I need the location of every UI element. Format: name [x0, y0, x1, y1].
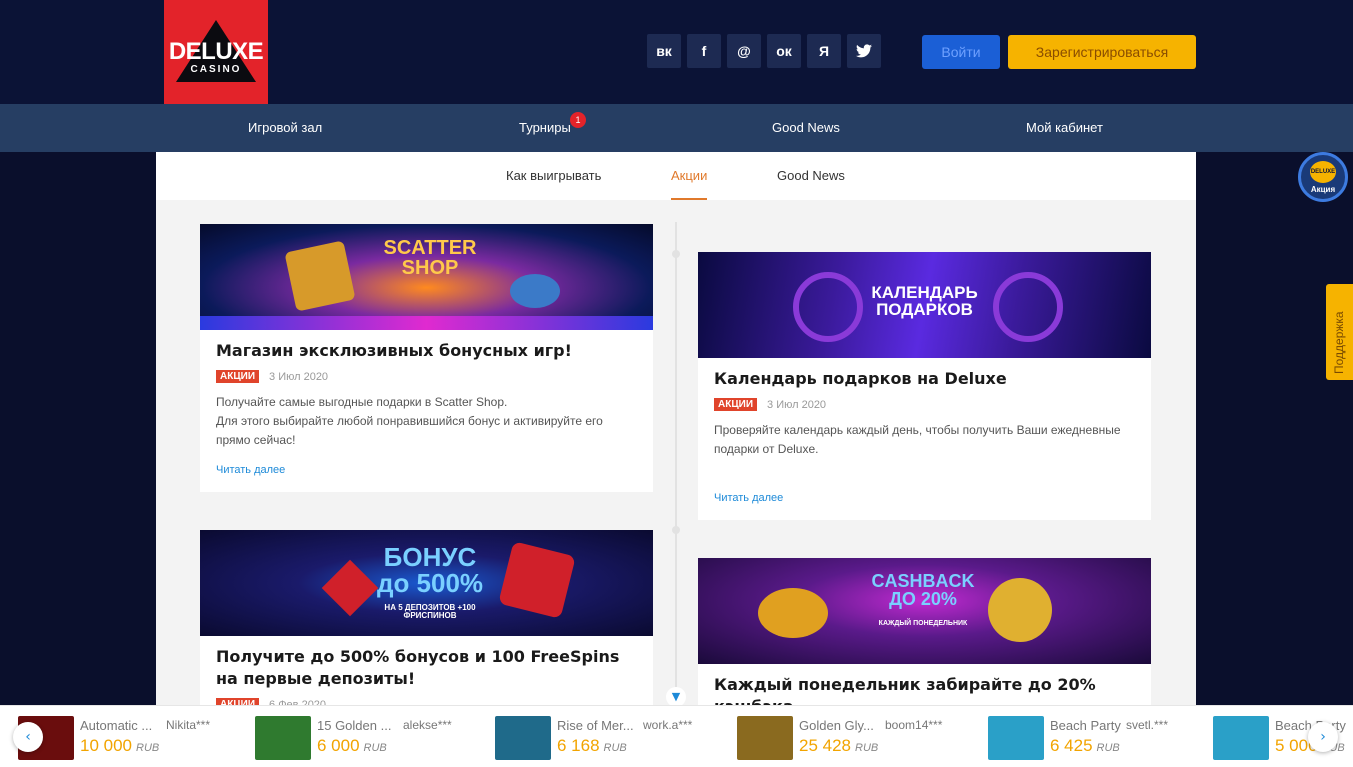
tab-promotions[interactable]: Акции	[671, 152, 708, 200]
game-thumbnail	[737, 716, 793, 760]
ticker-game-name: Rise of Mer...	[557, 718, 634, 733]
banner-subtext: КАЖДЫЙ ПОНЕДЕЛЬНИК	[878, 620, 968, 627]
timeline-line	[675, 222, 677, 722]
promo-banner-image: КАЛЕНДАРЬ ПОДАРКОВ	[698, 252, 1151, 358]
nav-item-game-hall[interactable]: Игровой зал	[248, 104, 322, 152]
content-panel: Как выигрывать Акции Good News ▼ SCATTER…	[156, 152, 1196, 767]
ticker-item[interactable]: 15 Golden ... alekse*** 6 000 RUB	[255, 716, 465, 760]
ticker-game-name: Automatic ...	[80, 718, 153, 733]
promo-float-label: Акция	[1310, 185, 1336, 194]
promo-title[interactable]: Магазин эксклюзивных бонусных игр!	[216, 340, 637, 362]
ticker-user: Nikita***	[166, 718, 211, 732]
winners-ticker: Automatic ... Nikita*** 10 000 RUB 15 Gol…	[0, 705, 1353, 767]
promo-float-button[interactable]: DELUXE Акция	[1298, 152, 1348, 202]
promo-banner-image: БОНУС до 500% НА 5 ДЕПОЗИТОВ +100 ФРИСПИ…	[200, 530, 653, 636]
tournaments-badge: 1	[570, 112, 586, 128]
mail-icon[interactable]: @	[727, 34, 761, 68]
game-thumbnail	[495, 716, 551, 760]
support-tab[interactable]: Поддержка	[1326, 284, 1353, 380]
banner-subtext: НА 5 ДЕПОЗИТОВ +100 ФРИСПИНОВ	[384, 603, 476, 620]
nav-item-good-news[interactable]: Good News	[772, 104, 840, 152]
banner-text: БОНУС до 500%	[376, 542, 484, 598]
game-thumbnail	[988, 716, 1044, 760]
ticker-item[interactable]: Golden Gly... boom14*** 25 428 RUB	[737, 716, 957, 760]
promo-float-logo: DELUXE	[1310, 161, 1336, 183]
promo-meta: АКЦИИ 3 Июл 2020	[216, 370, 637, 383]
ticker-item[interactable]: Beach Party svetl.*** 6 425 RUB	[988, 716, 1198, 760]
game-thumbnail	[255, 716, 311, 760]
tab-how-to-win[interactable]: Как выигрывать	[506, 152, 601, 200]
timeline-dot	[672, 526, 680, 534]
social-links: вк f @ ок Я	[647, 34, 881, 68]
ticker-user: svetl.***	[1126, 718, 1169, 732]
read-more-link[interactable]: Читать далее	[714, 492, 1135, 504]
logo-sub-text: CASINO	[190, 64, 242, 75]
register-button[interactable]: Зарегистрироваться	[1008, 35, 1196, 69]
promo-tag[interactable]: АКЦИИ	[714, 398, 758, 411]
ticker-amount: 6 000 RUB	[317, 736, 387, 755]
support-label: Поддержка	[1332, 311, 1346, 374]
promo-date: 3 Июл 2020	[269, 370, 329, 383]
top-header: DELUXE CASINO вк f @ ок Я Войти Зарегист…	[0, 0, 1353, 104]
vk-icon[interactable]: вк	[647, 34, 681, 68]
scroll-down-icon[interactable]: ▼	[666, 687, 686, 707]
nav-item-my-account[interactable]: Мой кабинет	[1026, 104, 1103, 152]
ticker-item[interactable]: Rise of Mer... work.a*** 6 168 RUB	[495, 716, 705, 760]
logo-main-text: DELUXE	[168, 38, 264, 65]
promo-card[interactable]: SCATTER SHOP Магазин эксклюзивных бонусн…	[200, 224, 653, 492]
read-more-link[interactable]: Читать далее	[216, 464, 637, 476]
chevron-right-icon[interactable]: ›	[1308, 722, 1338, 752]
ticker-item[interactable]: Automatic ... Nikita*** 10 000 RUB	[18, 716, 228, 760]
yandex-icon[interactable]: Я	[807, 34, 841, 68]
facebook-icon[interactable]: f	[687, 34, 721, 68]
banner-text: КАЛЕНДАРЬ ПОДАРКОВ	[871, 283, 978, 319]
login-button[interactable]: Войти	[922, 35, 1000, 69]
ticker-user: work.a***	[643, 718, 693, 732]
promo-description: Получайте самые выгодные подарки в Scatt…	[216, 395, 603, 447]
banner-text: SCATTER SHOP	[383, 237, 477, 279]
ticker-game-name: Beach Party	[1050, 718, 1121, 733]
promo-description: Проверяйте календарь каждый день, чтобы …	[714, 423, 1121, 456]
timeline-dot	[672, 250, 680, 258]
ticker-amount: 25 428 RUB	[799, 736, 879, 755]
chevron-left-icon[interactable]: ‹	[13, 722, 43, 752]
ticker-user: alekse***	[403, 718, 452, 732]
sub-nav: Как выигрывать Акции Good News	[156, 152, 1196, 200]
promo-card[interactable]: КАЛЕНДАРЬ ПОДАРКОВ Календарь подарков на…	[698, 252, 1151, 520]
tab-good-news[interactable]: Good News	[777, 152, 845, 200]
nav-item-tournaments[interactable]: Турниры	[519, 104, 571, 152]
ticker-user: boom14***	[885, 718, 943, 732]
ticker-amount: 6 425 RUB	[1050, 736, 1120, 755]
promo-banner-image: CASHBACK ДО 20% КАЖДЫЙ ПОНЕДЕЛЬНИК	[698, 558, 1151, 664]
promo-date: 3 Июл 2020	[767, 398, 827, 411]
odnoklassniki-icon[interactable]: ок	[767, 34, 801, 68]
promo-meta: АКЦИИ 3 Июл 2020	[714, 398, 1135, 411]
twitter-icon[interactable]	[847, 34, 881, 68]
ticker-game-name: 15 Golden ...	[317, 718, 392, 733]
main-nav: Игровой зал Турниры 1 Good News Мой каби…	[0, 104, 1353, 152]
ticker-amount: 10 000 RUB	[80, 736, 160, 755]
game-thumbnail	[1213, 716, 1269, 760]
promo-title[interactable]: Календарь подарков на Deluxe	[714, 368, 1135, 390]
ticker-game-name: Golden Gly...	[799, 718, 874, 733]
promo-banner-image: SCATTER SHOP	[200, 224, 653, 330]
ticker-amount: 6 168 RUB	[557, 736, 627, 755]
deluxe-casino-logo[interactable]: DELUXE CASINO	[164, 0, 268, 104]
banner-text: CASHBACK ДО 20%	[871, 571, 975, 609]
promo-tag[interactable]: АКЦИИ	[216, 370, 260, 383]
promo-title[interactable]: Получите до 500% бонусов и 100 FreeSpins…	[216, 646, 637, 690]
